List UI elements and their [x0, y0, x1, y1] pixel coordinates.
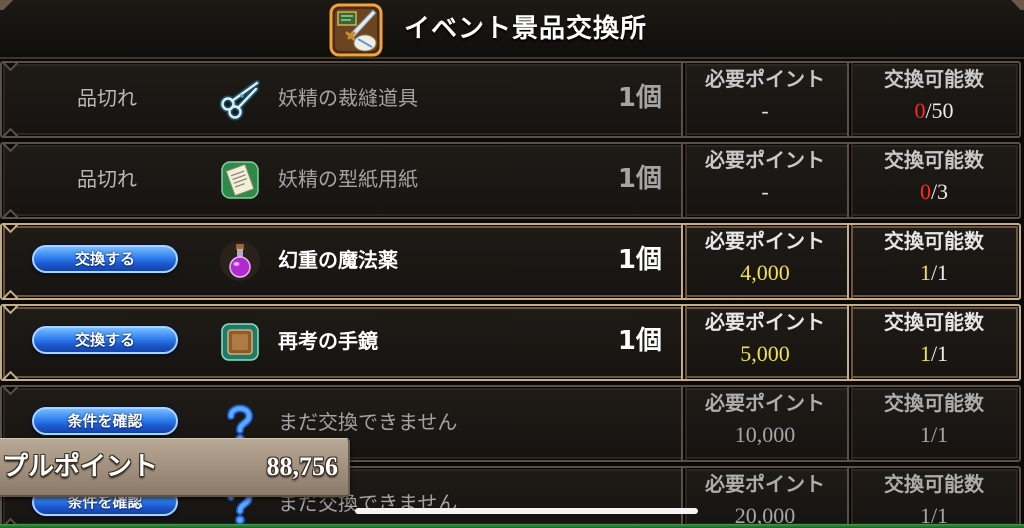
item-quantity: 1個	[617, 245, 662, 275]
required-points-cell: 必要ポイント 20,000	[681, 468, 847, 526]
exchange-limit-total: /3	[930, 179, 949, 204]
required-points-cell: 必要ポイント 5,000	[681, 306, 847, 379]
points-panel-value: 88,756	[266, 452, 339, 481]
exchange-limit-value: 1/1	[849, 261, 1019, 285]
sold-out-label: 品切れ	[77, 167, 137, 191]
exchange-limit-cell: 交換可能数 1/1	[847, 306, 1019, 379]
exchange-limit-cell: 交換可能数 0/50	[847, 63, 1019, 136]
required-points-value: 4,000	[740, 260, 790, 285]
pattern-paper-icon[interactable]	[218, 158, 262, 202]
exchange-limit-label: 交換可能数	[884, 67, 984, 91]
item-name: 再考の手鏡	[278, 329, 378, 353]
exchange-limit-value: 1/1	[849, 342, 1019, 366]
exchange-limit-total: /1	[930, 260, 949, 285]
exchange-limit-total: /1	[930, 341, 949, 366]
required-points-value: 10,000	[734, 422, 796, 447]
exchange-limit-cell: 交換可能数 0/3	[847, 144, 1019, 217]
exchange-limit-cell: 交換可能数 1/1	[847, 468, 1019, 526]
exchange-limit-cell: 交換可能数 1/1	[847, 225, 1019, 298]
exchange-button[interactable]: 交換する	[32, 326, 178, 354]
required-points-cell: 必要ポイント -	[681, 63, 847, 136]
exchange-remaining-count: 1	[919, 422, 931, 447]
points-panel-label: プルポイント	[2, 452, 159, 482]
exchange-limit-total: /50	[925, 98, 954, 123]
points-panel: プルポイント 88,756	[0, 438, 350, 497]
required-points-value: 5,000	[740, 341, 790, 366]
hand-mirror-icon[interactable]	[218, 320, 262, 364]
exchange-remaining-count: 0	[919, 179, 931, 204]
exchange-limit-cell: 交換可能数 1/1	[847, 387, 1019, 460]
required-points-label: 必要ポイント	[705, 67, 825, 91]
event-exchange-screen: イベント景品交換所 品切れ 妖精の裁縫道具 1個 必要ポイント - 交換可能数 …	[0, 0, 1024, 528]
required-points-label: 必要ポイント	[705, 391, 825, 415]
exchange-row: 交換する 再考の手鏡 1個 必要ポイント 5,000 交換可能数 1/1	[0, 304, 1021, 381]
item-name: 妖精の裁縫道具	[278, 86, 418, 110]
exchange-remaining-count: 0	[914, 98, 926, 123]
exchange-limit-total: /1	[930, 422, 949, 447]
exchange-limit-label: 交換可能数	[884, 148, 984, 172]
required-points-cell: 必要ポイント -	[681, 144, 847, 217]
exchange-row: 品切れ 妖精の裁縫道具 1個 必要ポイント - 交換可能数 0/50	[0, 61, 1021, 138]
check-conditions-button[interactable]: 条件を確認	[32, 407, 178, 435]
exchange-limit-value: 0/50	[849, 99, 1019, 123]
exchange-remaining-count: 1	[919, 341, 931, 366]
required-points-value: -	[761, 98, 769, 123]
exchange-button[interactable]: 交換する	[32, 245, 178, 273]
item-quantity: 1個	[617, 83, 662, 113]
exchange-row: 品切れ 妖精の型紙用紙 1個 必要ポイント - 交換可能数 0/3	[0, 142, 1021, 219]
item-quantity: 1個	[617, 326, 662, 356]
exchange-limit-label: 交換可能数	[884, 310, 984, 334]
bottom-edge-strip	[0, 524, 1024, 528]
exchange-remaining-count: 1	[919, 260, 931, 285]
sold-out-label: 品切れ	[77, 86, 137, 110]
required-points-label: 必要ポイント	[705, 229, 825, 253]
required-points-label: 必要ポイント	[705, 310, 825, 334]
scissors-icon[interactable]	[218, 77, 262, 121]
item-name: 幻重の魔法薬	[278, 248, 398, 272]
exchange-limit-label: 交換可能数	[884, 391, 984, 415]
item-name: 妖精の型紙用紙	[278, 167, 418, 191]
home-indicator[interactable]	[355, 508, 698, 514]
exchange-limit-label: 交換可能数	[884, 472, 984, 496]
required-points-cell: 必要ポイント 10,000	[681, 387, 847, 460]
item-quantity: 1個	[617, 164, 662, 194]
required-points-value: -	[761, 179, 769, 204]
exchange-limit-value: 1/1	[849, 423, 1019, 447]
exchange-limit-label: 交換可能数	[884, 229, 984, 253]
required-points-cell: 必要ポイント 4,000	[681, 225, 847, 298]
exchange-row: 交換する 幻重の魔法薬 1個 必要ポイント 4,000 交換可能数 1/1	[0, 223, 1021, 300]
required-points-label: 必要ポイント	[705, 148, 825, 172]
exchange-limit-value: 0/3	[849, 180, 1019, 204]
item-name: まだ交換できません	[278, 410, 458, 434]
potion-icon[interactable]	[218, 239, 262, 283]
required-points-label: 必要ポイント	[705, 472, 825, 496]
